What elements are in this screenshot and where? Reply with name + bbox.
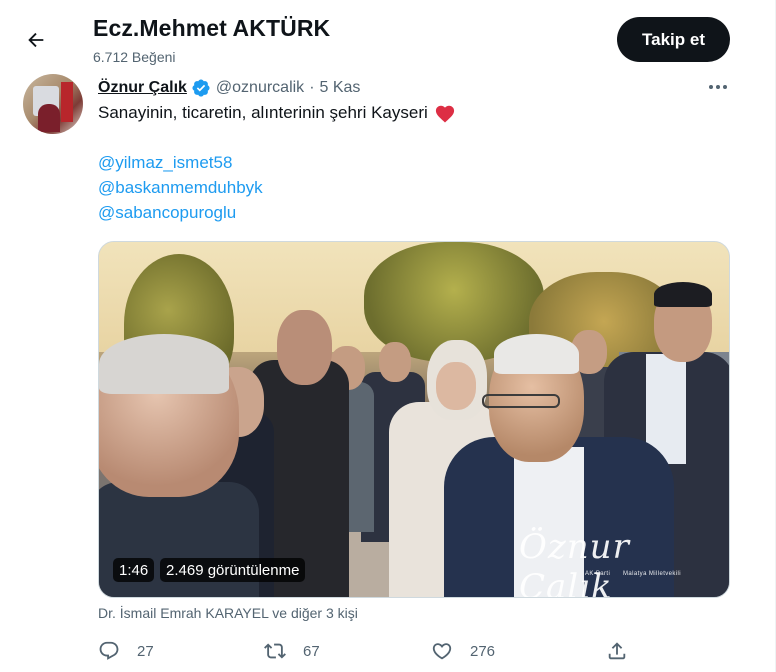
avatar[interactable] — [23, 74, 83, 134]
more-options-button[interactable] — [704, 77, 732, 97]
tweet-text-content: Sanayinin, ticaretin, alınterinin şehri … — [98, 103, 428, 122]
like-button[interactable]: 276 — [431, 638, 495, 664]
retweet-button[interactable]: 67 — [264, 638, 320, 664]
tweet-text: Sanayinin, ticaretin, alınterinin şehri … — [98, 103, 456, 123]
red-heart-emoji-icon — [435, 105, 454, 123]
mention-link[interactable]: @yilmaz_ismet58 — [98, 153, 232, 173]
reply-button[interactable]: 27 — [98, 638, 154, 664]
reply-icon — [99, 641, 119, 660]
watermark-line: AK Parti — [585, 571, 611, 577]
video-views-badge: 2.469 görüntülenme — [160, 558, 306, 582]
video-person — [482, 394, 560, 408]
author-handle[interactable]: @oznurcalik — [216, 79, 304, 97]
more-dot-icon — [723, 85, 727, 89]
likes-count-label: 6.712 Beğeni — [93, 49, 176, 65]
avatar-flag — [61, 82, 73, 122]
liked-by-text[interactable]: Dr. İsmail Emrah KARAYEL ve diğer 3 kişi — [98, 605, 358, 621]
share-icon — [608, 642, 626, 660]
video-person — [436, 362, 476, 410]
video-duration-badge: 1:46 — [113, 558, 155, 582]
tweet-meta: Öznur Çalık @oznurcalik · 5 Kas — [98, 77, 360, 99]
share-button[interactable] — [606, 638, 628, 664]
like-count: 276 — [470, 642, 496, 660]
retweet-icon — [264, 643, 286, 659]
follow-button[interactable]: Takip et — [617, 17, 730, 62]
arrow-left-icon — [28, 32, 44, 48]
page-header: Ecz.Mehmet AKTÜRK 6.712 Beğeni Takip et — [0, 0, 776, 75]
profile-title: Ecz.Mehmet AKTÜRK — [93, 15, 331, 41]
watermark-script: Öznur Çalık — [519, 527, 630, 598]
reply-count: 27 — [137, 642, 154, 660]
video-player[interactable]: Öznur Çalık AK Parti Malatya Milletvekil… — [98, 241, 730, 598]
video-person — [654, 282, 712, 307]
meta-separator: · — [309, 79, 315, 96]
author-name[interactable]: Öznur Çalık — [98, 79, 187, 97]
video-person — [99, 334, 229, 394]
mention-link[interactable]: @sabancopuroglu — [98, 203, 236, 223]
back-button[interactable] — [18, 22, 54, 58]
tweet-actions-bar: 27 67 276 — [98, 638, 730, 664]
video-person — [277, 310, 332, 385]
more-dot-icon — [709, 85, 713, 89]
retweet-count: 67 — [303, 642, 320, 660]
tweet-time[interactable]: 5 Kas — [320, 79, 361, 97]
more-dot-icon — [716, 85, 720, 89]
watermark-line: Malatya Milletvekili — [623, 571, 682, 577]
heart-outline-icon — [432, 643, 452, 660]
video-person — [379, 342, 411, 382]
video-person — [494, 334, 579, 374]
tweet-detail-page: Ecz.Mehmet AKTÜRK 6.712 Beğeni Takip et … — [0, 0, 776, 672]
avatar-figure — [38, 104, 60, 132]
mention-link[interactable]: @baskanmemduhbyk — [98, 178, 263, 198]
verified-badge-icon — [192, 79, 210, 97]
video-watermark: Öznur Çalık AK Parti Malatya Milletvekil… — [519, 527, 719, 597]
